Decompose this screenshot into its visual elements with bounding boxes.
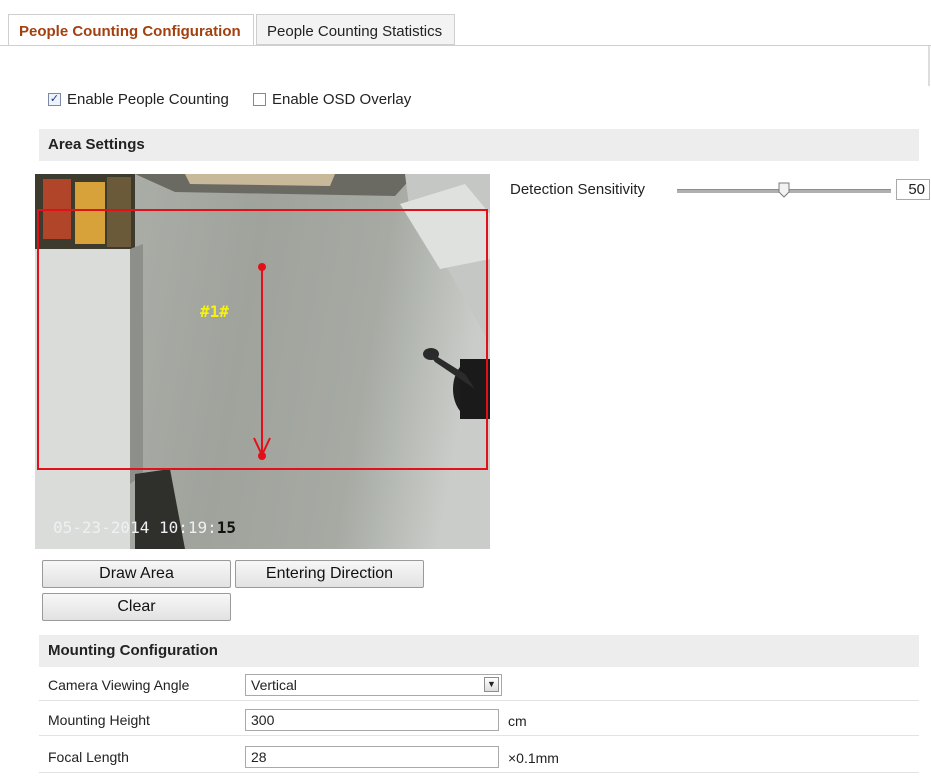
video-timestamp: 05-23-2014 10:19:15 bbox=[53, 518, 237, 537]
camera-viewing-angle-label: Camera Viewing Angle bbox=[48, 677, 190, 693]
detection-sensitivity-value[interactable]: 50 bbox=[896, 179, 930, 200]
chevron-down-icon[interactable]: ▼ bbox=[484, 677, 499, 692]
area-settings-header: Area Settings bbox=[39, 129, 919, 161]
tab-people-counting-configuration[interactable]: People Counting Configuration bbox=[8, 14, 254, 46]
mounting-height-row: Mounting Height 300 cm bbox=[39, 705, 919, 736]
mounting-height-label: Mounting Height bbox=[48, 712, 150, 728]
enable-osd-overlay-checkbox[interactable] bbox=[253, 92, 266, 106]
draw-area-button[interactable]: Draw Area bbox=[42, 560, 231, 588]
enable-people-counting-label: Enable People Counting bbox=[67, 90, 229, 108]
enable-osd-overlay-option[interactable]: Enable OSD Overlay bbox=[253, 89, 411, 109]
enable-people-counting-option[interactable]: ✓ Enable People Counting bbox=[48, 89, 229, 109]
slider-thumb-icon[interactable] bbox=[778, 182, 790, 198]
detection-sensitivity-label: Detection Sensitivity bbox=[510, 181, 646, 198]
clear-button[interactable]: Clear bbox=[42, 593, 231, 621]
mounting-configuration-header: Mounting Configuration bbox=[39, 635, 919, 667]
focal-length-input[interactable]: 28 bbox=[245, 746, 499, 768]
tab-divider bbox=[0, 45, 931, 46]
camera-viewing-angle-value: Vertical bbox=[251, 677, 297, 693]
focal-length-row: Focal Length 28 ×0.1mm bbox=[39, 742, 919, 773]
mounting-height-unit: cm bbox=[508, 713, 527, 729]
mounting-height-input[interactable]: 300 bbox=[245, 709, 499, 731]
focal-length-label: Focal Length bbox=[48, 749, 129, 765]
video-scene bbox=[35, 174, 490, 549]
area-label: #1# bbox=[200, 302, 229, 321]
checkmark-icon: ✓ bbox=[49, 92, 60, 105]
panel-edge bbox=[928, 46, 930, 86]
camera-viewing-angle-row: Camera Viewing Angle Vertical ▼ bbox=[39, 670, 919, 701]
tab-bar: People Counting Configuration People Cou… bbox=[0, 14, 931, 46]
enable-osd-overlay-label: Enable OSD Overlay bbox=[272, 90, 412, 108]
tab-people-counting-statistics[interactable]: People Counting Statistics bbox=[256, 14, 455, 45]
entering-direction-button[interactable]: Entering Direction bbox=[235, 560, 424, 588]
focal-length-unit: ×0.1mm bbox=[508, 750, 559, 766]
video-preview[interactable]: #1# 05-23-2014 10:19:15 bbox=[35, 174, 490, 549]
enable-people-counting-checkbox[interactable]: ✓ bbox=[48, 92, 61, 106]
camera-viewing-angle-select[interactable]: Vertical ▼ bbox=[245, 674, 502, 696]
